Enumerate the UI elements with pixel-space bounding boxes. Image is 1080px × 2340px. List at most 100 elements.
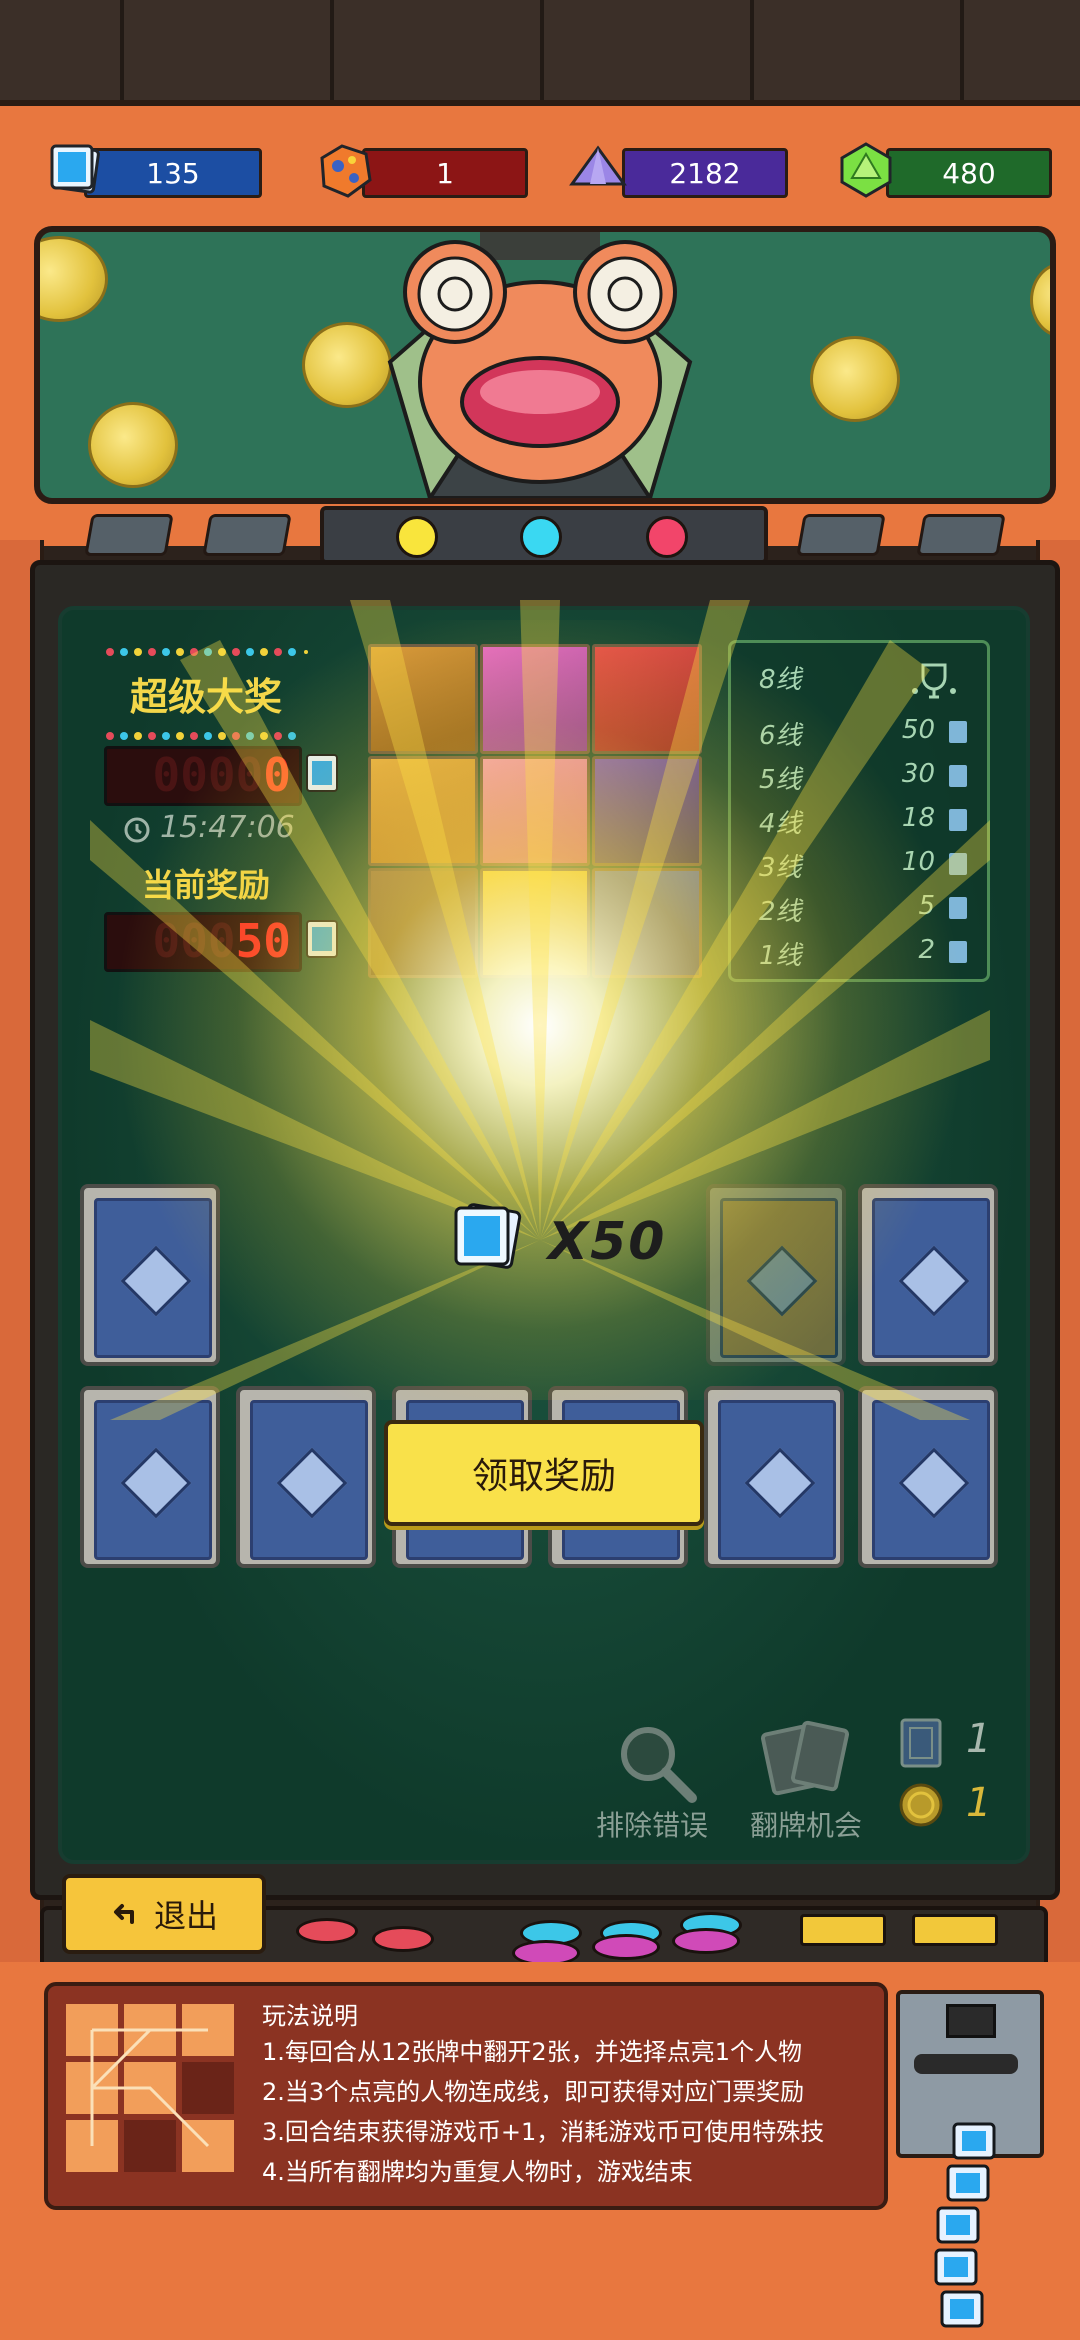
portrait-blonde-warrior[interactable] <box>368 756 478 866</box>
paytable-reward: 50 <box>901 715 935 745</box>
ticket-chain-icon <box>934 2122 996 2328</box>
face-down-card[interactable] <box>858 1386 998 1568</box>
clock-icon <box>124 817 150 843</box>
instruction-line: 2.当3个点亮的人物连成线，即可获得对应门票奖励 <box>262 2078 805 2106</box>
paytable-reward: 18 <box>901 803 935 833</box>
ticket-icon <box>306 754 338 792</box>
remove-error-label[interactable]: 排除错误 <box>596 1804 708 1844</box>
current-reward-led-display: 00050 <box>104 912 302 972</box>
ticket-icon <box>949 809 967 831</box>
portrait-hat-man[interactable] <box>368 868 478 978</box>
instruction-line: 3.回合结束获得游戏币+1，消耗游戏币可使用特殊技 <box>262 2118 825 2146</box>
vent-decoration <box>796 514 886 556</box>
face-down-card[interactable] <box>858 1184 998 1366</box>
portrait-golden-hair[interactable] <box>480 868 590 978</box>
cards-icon[interactable] <box>758 1716 854 1806</box>
ticket-icon <box>949 765 967 787</box>
ore-counter: 1 <box>362 148 528 198</box>
crystal-counter: 2182 <box>622 148 788 198</box>
red-button-icon <box>296 1918 358 1944</box>
instructions-panel: 玩法说明 1.每回合从12张牌中翻开2张，并选择点亮1个人物 2.当3个点亮的人… <box>44 1982 888 2210</box>
coin-icon <box>899 1783 943 1827</box>
gem-icon <box>840 142 892 198</box>
portrait-red-hair[interactable] <box>592 644 702 754</box>
coin-decoration <box>810 336 900 422</box>
coin-decoration <box>1030 262 1050 338</box>
ticket-counter: 135 <box>84 148 262 198</box>
coin-decoration <box>88 402 178 488</box>
portrait-knight[interactable] <box>592 868 702 978</box>
ticket-icon <box>949 897 967 919</box>
instruction-line: 4.当所有翻牌均为重复人物时，游戏结束 <box>262 2158 693 2186</box>
yellow-button-icon <box>800 1914 886 1946</box>
magenta-button-icon <box>592 1934 660 1960</box>
face-down-card[interactable] <box>80 1184 220 1366</box>
face-down-card[interactable] <box>80 1386 220 1568</box>
paytable-row: 2线 5 <box>731 891 987 935</box>
instruction-line: 1.每回合从12张牌中翻开2张，并选择点亮1个人物 <box>262 2038 802 2066</box>
portrait-pink-princess[interactable] <box>480 644 590 754</box>
ticket-icon <box>949 941 967 963</box>
portrait-cowboy[interactable] <box>368 644 478 754</box>
paytable-line: 5线 <box>759 765 802 795</box>
coin-decoration <box>40 236 108 322</box>
jackpot-value: 0 <box>263 748 291 802</box>
reward-multiplier: X50 <box>548 1212 667 1272</box>
exit-label: 退出 <box>153 1897 218 1935</box>
paytable-row: 3线 10 <box>731 847 987 891</box>
ticket-icon <box>949 721 967 743</box>
vent-decoration <box>202 514 292 556</box>
card-icon <box>900 1718 942 1768</box>
revealed-card[interactable] <box>706 1184 846 1366</box>
paytable-row: 6线 50 <box>731 715 987 759</box>
paytable-reward: 10 <box>901 847 935 877</box>
face-down-card[interactable] <box>236 1386 376 1568</box>
paytable-row: 4线 18 <box>731 803 987 847</box>
ticket-icon <box>949 853 967 875</box>
paytable-row: 1线 2 <box>731 935 987 979</box>
paytable-row: 8线 <box>731 659 987 703</box>
claim-reward-button[interactable]: 领取奖励 <box>384 1420 704 1526</box>
paytable-line: 3线 <box>759 853 802 883</box>
flip-chance-label[interactable]: 翻牌机会 <box>750 1804 862 1844</box>
ore-icon <box>320 144 372 198</box>
magenta-button-icon <box>672 1928 740 1954</box>
current-reward-label: 当前奖励 <box>141 866 270 904</box>
portrait-witch[interactable] <box>592 756 702 866</box>
current-reward-value: 50 <box>235 914 291 968</box>
trophy-icon <box>912 663 956 699</box>
paytable-line: 4线 <box>759 809 802 839</box>
paytable-line: 6线 <box>759 721 802 751</box>
gem-counter: 480 <box>886 148 1052 198</box>
paytable: 8线 6线 50 5线 30 4线 18 3线 10 2线 5 1线 2 <box>728 640 990 982</box>
vent-decoration <box>84 514 174 556</box>
ticket-reward-icon <box>454 1203 522 1269</box>
instructions-title: 玩法说明 <box>262 2002 358 2030</box>
paytable-line: 1线 <box>759 941 802 971</box>
card-counter: 1 <box>966 1716 992 1762</box>
paytable-line: 8线 <box>759 665 802 695</box>
top-screen <box>34 226 1056 504</box>
exit-button[interactable]: 退出 <box>62 1874 266 1954</box>
jackpot-led-display: 00000 <box>104 746 302 806</box>
jackpot-title-frame: 超级大奖 <box>104 648 308 740</box>
dispenser-slot <box>946 2004 996 2038</box>
line-pattern-icon <box>90 2028 210 2148</box>
crystal-icon <box>569 145 627 186</box>
yellow-light-icon <box>396 516 438 558</box>
yellow-button-icon <box>912 1914 998 1946</box>
ticket-icon <box>306 920 338 958</box>
portrait-pink-hair[interactable] <box>480 756 590 866</box>
back-arrow-icon <box>113 1904 134 1924</box>
paytable-row: 5线 30 <box>731 759 987 803</box>
magnifier-icon[interactable] <box>612 1718 700 1806</box>
red-light-icon <box>646 516 688 558</box>
paytable-reward: 30 <box>901 759 935 789</box>
dispenser-slot <box>914 2054 1018 2074</box>
face-down-card[interactable] <box>704 1386 844 1568</box>
red-button-icon <box>372 1926 434 1952</box>
paytable-line: 2线 <box>759 897 802 927</box>
coin-counter: 1 <box>966 1780 992 1826</box>
paytable-reward: 2 <box>918 935 935 965</box>
vent-decoration <box>916 514 1006 556</box>
